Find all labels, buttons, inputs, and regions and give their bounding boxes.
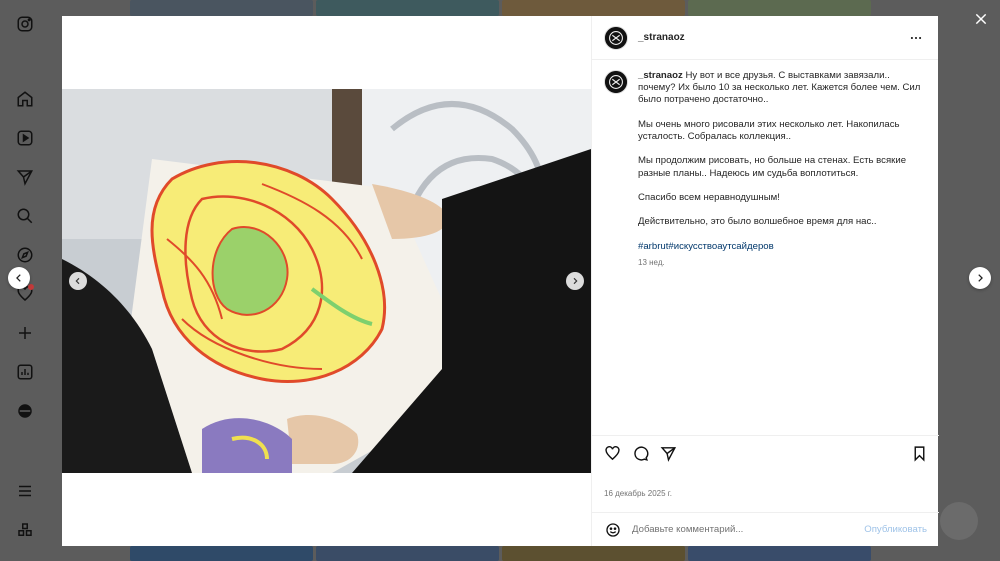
post-modal: _stranaoz _stranaoz Ну вот и все друзья.… bbox=[62, 16, 939, 546]
create-icon[interactable] bbox=[12, 320, 38, 346]
hashtag-link[interactable]: #arbrut bbox=[638, 241, 668, 252]
chevron-left-icon bbox=[16, 274, 21, 282]
caption-paragraph: Мы очень много рисовали этих несколько л… bbox=[638, 118, 900, 142]
background-post-thumbnail bbox=[688, 0, 871, 16]
hashtag-list: #arbrut#искусствоаутсайдеров bbox=[638, 241, 927, 253]
chevron-right-icon bbox=[978, 274, 983, 282]
caption-username[interactable]: _stranaoz bbox=[638, 70, 683, 81]
comment-bar: Опубликовать bbox=[592, 512, 939, 546]
media-prev-button[interactable] bbox=[69, 272, 87, 290]
post-header: _stranaoz bbox=[592, 16, 938, 60]
post-sidebar: _stranaoz _stranaoz Ну вот и все друзья.… bbox=[591, 16, 939, 546]
post-username[interactable]: _stranaoz bbox=[638, 32, 685, 43]
menu-icon[interactable] bbox=[12, 478, 38, 504]
like-icon bbox=[604, 446, 620, 461]
post-media bbox=[62, 16, 591, 546]
avatar[interactable] bbox=[604, 25, 628, 50]
close-icon bbox=[975, 13, 987, 25]
also-from-meta-icon[interactable] bbox=[12, 517, 38, 543]
caption-section: _stranaoz Ну вот и все друзья. С выставк… bbox=[592, 60, 939, 435]
explore-icon[interactable] bbox=[12, 242, 38, 268]
post-date: 16 декабрь 2025 г. bbox=[604, 489, 672, 498]
instagram-icon[interactable] bbox=[12, 11, 38, 37]
caption-text: _stranaoz Ну вот и все друзья. С выставк… bbox=[638, 70, 927, 425]
publish-button[interactable]: Опубликовать bbox=[864, 524, 927, 535]
dashboard-icon[interactable] bbox=[12, 359, 38, 385]
media-next-button[interactable] bbox=[566, 272, 584, 290]
comment-input[interactable] bbox=[632, 524, 865, 535]
background-post-thumbnail bbox=[502, 546, 685, 561]
more-options-button[interactable] bbox=[906, 28, 926, 48]
background-post-thumbnail bbox=[316, 0, 499, 16]
background-post-thumbnail bbox=[130, 0, 313, 16]
background-post-thumbnail bbox=[130, 546, 313, 561]
chevron-left-icon bbox=[75, 277, 80, 285]
emoji-button[interactable] bbox=[604, 521, 622, 539]
background-post-thumbnail bbox=[316, 546, 499, 561]
caption-paragraph: Спасибо всем неравнодушным! bbox=[638, 191, 780, 203]
home-icon[interactable] bbox=[12, 86, 38, 112]
background-post-thumbnail bbox=[688, 546, 871, 561]
next-post-button[interactable] bbox=[969, 267, 991, 289]
comment-button[interactable] bbox=[630, 444, 650, 464]
hashtag-link[interactable]: #искусствоаутсайдеров bbox=[668, 241, 773, 252]
share-button[interactable] bbox=[658, 444, 678, 464]
save-icon bbox=[914, 446, 924, 462]
reels-icon[interactable] bbox=[12, 125, 38, 151]
chevron-right-icon bbox=[573, 277, 578, 285]
profile-icon[interactable] bbox=[12, 398, 38, 424]
share-icon bbox=[660, 447, 676, 462]
action-bar bbox=[592, 435, 939, 471]
emoji-icon bbox=[606, 522, 620, 537]
caption-paragraph: Действительно, это было волшебное время … bbox=[638, 216, 877, 228]
messages-pill[interactable] bbox=[940, 502, 978, 540]
like-button[interactable] bbox=[602, 444, 622, 464]
post-photo bbox=[62, 89, 591, 473]
save-button[interactable] bbox=[909, 444, 929, 464]
more-icon bbox=[910, 36, 922, 39]
background-post-thumbnail bbox=[502, 0, 685, 16]
time-ago: 13 нед. bbox=[638, 257, 665, 267]
caption-avatar[interactable] bbox=[604, 70, 628, 94]
search-icon[interactable] bbox=[12, 203, 38, 229]
caption-paragraph: Мы продолжим рисовать, но больше на стен… bbox=[638, 155, 907, 179]
direct-icon[interactable] bbox=[12, 164, 38, 190]
comment-icon bbox=[633, 446, 648, 461]
close-button[interactable] bbox=[970, 8, 992, 30]
notification-dot bbox=[28, 284, 34, 290]
previous-post-button[interactable] bbox=[8, 267, 30, 289]
